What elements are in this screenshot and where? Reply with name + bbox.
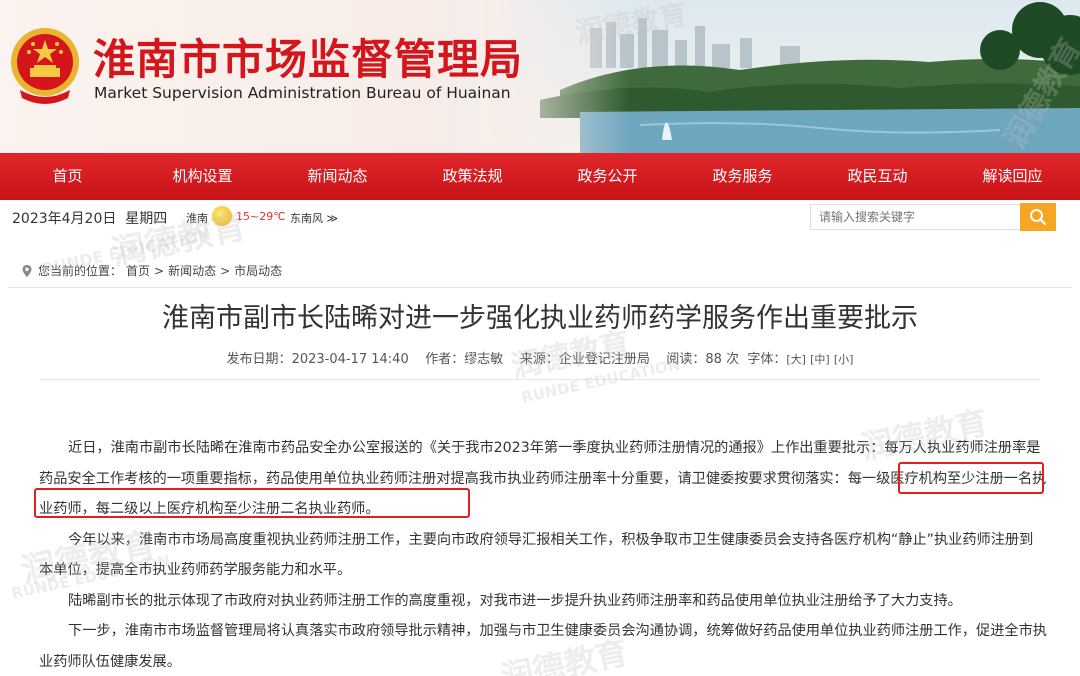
location-pin-icon <box>22 264 32 277</box>
article-title: 淮南市副市长陆晞对进一步强化执业药师药学服务作出重要批示 <box>162 303 918 334</box>
nav-item-organization[interactable]: 机构设置 <box>135 153 270 200</box>
weather-city: 淮南 <box>186 212 208 225</box>
site-title: 淮南市市场监督管理局 <box>93 35 524 84</box>
breadcrumb-news[interactable]: 新闻动态 <box>168 262 216 279</box>
source-label: 来源： <box>519 352 559 367</box>
font-size-medium-button[interactable]: [中] <box>810 353 830 366</box>
nav-item-home[interactable]: 首页 <box>0 153 135 200</box>
author-label: 作者： <box>425 352 465 367</box>
breadcrumb-prefix: 您当前的位置： <box>38 264 123 278</box>
reads-label: 阅读： <box>666 352 706 367</box>
nav-item-policies[interactable]: 政策法规 <box>405 153 540 200</box>
article-paragraph: 下一步，淮南市市场监督管理局将认真落实市政府领导批示精神，加强与市卫生健康委员会… <box>39 623 1047 670</box>
breadcrumb-bureau-news[interactable]: 市局动态 <box>234 262 282 279</box>
weather-temperature: 15~29℃ <box>236 210 286 223</box>
sun-icon <box>212 206 232 226</box>
weekday: 星期四 <box>125 211 168 227</box>
date: 2023年4月20日 <box>12 211 117 227</box>
main-nav: 首页 机构设置 新闻动态 政策法规 政务公开 政务服务 政民互动 解读回应 <box>0 153 1080 200</box>
author: 缪志敏 <box>464 352 504 367</box>
nav-item-interaction[interactable]: 政民互动 <box>810 153 945 200</box>
breadcrumb: 您当前的位置： 首页 > 新闻动态 > 市局动态 <box>20 262 282 279</box>
current-date: 2023年4月20日 星期四 <box>12 208 167 228</box>
breadcrumb-separator: > <box>220 263 231 278</box>
city-scenery-image <box>480 0 1080 153</box>
breadcrumb-home[interactable]: 首页 <box>126 262 150 279</box>
article-body: 近日，淮南市副市长陆晞在淮南市药品安全办公室报送的《关于我市2023年第一季度执… <box>39 433 1047 676</box>
search-button[interactable] <box>1020 203 1056 231</box>
date-label: 发布日期： <box>226 352 292 367</box>
nav-item-services[interactable]: 政务服务 <box>675 153 810 200</box>
site-header: 淮南市市场监督管理局 Market Supervision Administra… <box>0 0 1080 153</box>
font-size-small-button[interactable]: [小] <box>834 353 854 366</box>
site-subtitle: Market Supervision Administration Bureau… <box>94 84 511 102</box>
national-emblem-icon <box>11 28 79 104</box>
article-paragraph: 今年以来，淮南市市场局高度重视执业药师注册工作，主要向市政府领导汇报相关工作，积… <box>39 531 1034 579</box>
article-paragraph: 陆晞副市长的批示体现了市政府对执业药师注册工作的高度重视，对我市进一步提升执业药… <box>68 592 962 609</box>
search-input[interactable] <box>810 204 1021 230</box>
breadcrumb-separator: > <box>154 263 165 278</box>
nav-item-news[interactable]: 新闻动态 <box>270 153 405 200</box>
nav-item-public-affairs[interactable]: 政务公开 <box>540 153 675 200</box>
publish-date: 2023-04-17 14:40 <box>291 352 409 367</box>
article-paragraph: 近日，淮南市副市长陆晞在淮南市药品安全办公室报送的《关于我市2023年第一季度执… <box>39 440 1047 517</box>
weather-wind: 东南风 ≫ <box>290 210 338 226</box>
divider <box>40 379 1040 380</box>
wind-direction: 东南风 <box>290 212 323 225</box>
source: 企业登记注册局 <box>558 352 650 367</box>
search-icon <box>1030 209 1047 226</box>
read-count: 88 <box>705 352 722 367</box>
font-size-large-button[interactable]: [大] <box>786 353 806 366</box>
reads-unit: 次 <box>726 352 740 367</box>
nav-item-interpretation[interactable]: 解读回应 <box>945 153 1080 200</box>
divider <box>8 287 1072 288</box>
font-size-label: 字体： <box>747 352 787 367</box>
article-meta: 发布日期：2023-04-17 14:40 作者：缪志敏 来源：企业登记注册局 … <box>0 348 1080 367</box>
weather-more-link[interactable]: ≫ <box>327 212 339 225</box>
